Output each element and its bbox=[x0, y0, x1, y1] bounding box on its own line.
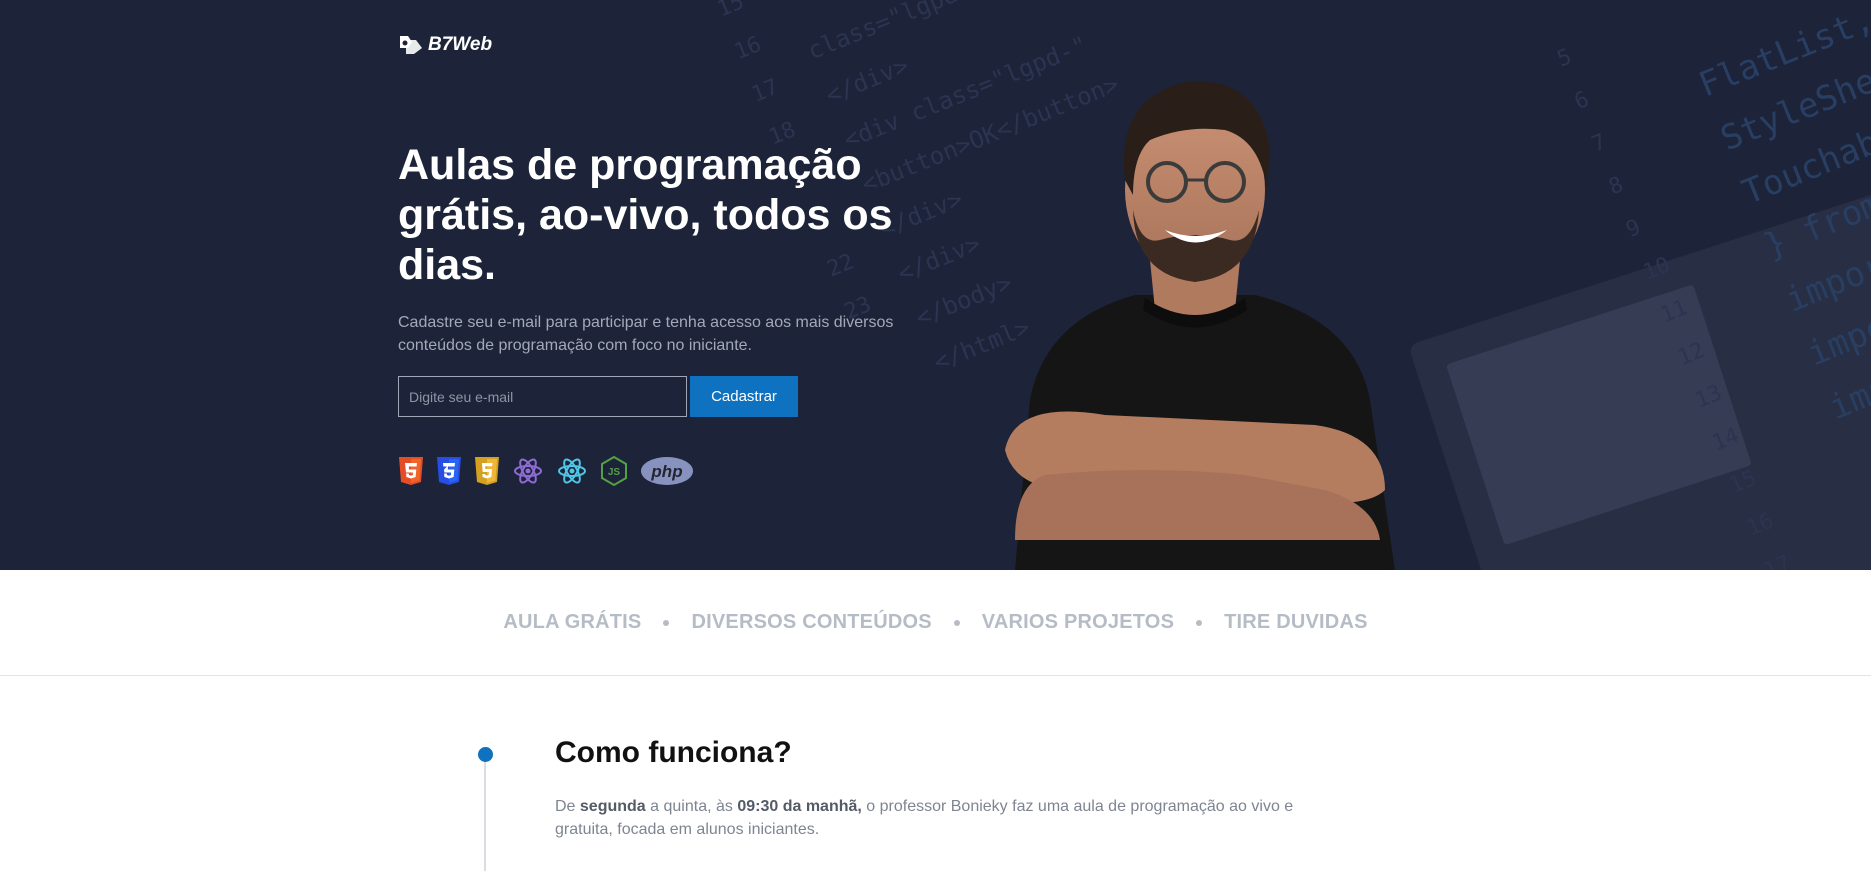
how-text-bold-day: segunda bbox=[579, 798, 646, 815]
php-icon: php bbox=[640, 456, 694, 486]
feature-tire-duvidas: TIRE DUVIDAS bbox=[1224, 611, 1368, 633]
signup-form: Cadastrar bbox=[398, 376, 798, 417]
b7web-logo-icon bbox=[400, 36, 422, 54]
background-line-numbers: 15 16 17 18 bbox=[713, 0, 800, 151]
hero-subtitle: Cadastre seu e-mail para participar e te… bbox=[398, 314, 894, 354]
features-bar: AULA GRÁTIS DIVERSOS CONTEÚDOS VARIOS PR… bbox=[0, 570, 1871, 676]
feature-separator-dot bbox=[663, 619, 670, 626]
feature-separator-dot bbox=[1196, 619, 1203, 626]
timeline-dot bbox=[478, 747, 493, 762]
hero-title: Aulas de programação grátis, ao-vivo, to… bbox=[398, 141, 893, 289]
signup-button[interactable]: Cadastrar bbox=[690, 376, 798, 417]
nodejs-icon: JS bbox=[600, 456, 628, 486]
how-text-part: De bbox=[555, 798, 580, 815]
brand-logo-text: B7Web bbox=[428, 34, 493, 55]
how-it-works-title: Como funciona? bbox=[555, 736, 792, 769]
feature-diversos-conteudos: DIVERSOS CONTEÚDOS bbox=[691, 611, 932, 633]
feature-aula-gratis: AULA GRÁTIS bbox=[503, 611, 642, 633]
css3-icon bbox=[436, 456, 462, 486]
nodejs-icon-label: JS bbox=[608, 467, 621, 478]
redux-icon bbox=[512, 456, 544, 486]
html5-icon bbox=[398, 456, 424, 486]
how-it-works-section: Como funciona? De segunda a quinta, às 0… bbox=[0, 677, 1871, 871]
timeline-line bbox=[484, 761, 486, 871]
feature-separator-dot bbox=[953, 619, 960, 626]
javascript-icon bbox=[474, 456, 500, 486]
how-it-works-text: De segunda a quinta, às 09:30 da manhã, … bbox=[555, 795, 1355, 841]
tech-icons: JS php bbox=[398, 456, 694, 486]
react-icon bbox=[556, 456, 588, 486]
php-icon-label: php bbox=[650, 462, 682, 481]
brand-logo[interactable]: B7Web bbox=[398, 34, 492, 56]
how-text-bold-time: 09:30 da manhã, bbox=[737, 798, 862, 815]
hero-section: 15 16 17 18 22 23 class="lgpd-" </div> <… bbox=[0, 0, 1871, 570]
how-text-part: a quinta, às bbox=[645, 798, 738, 815]
feature-varios-projetos: VARIOS PROJETOS bbox=[981, 611, 1175, 633]
instructor-photo bbox=[1005, 81, 1395, 570]
email-input[interactable] bbox=[398, 376, 687, 417]
